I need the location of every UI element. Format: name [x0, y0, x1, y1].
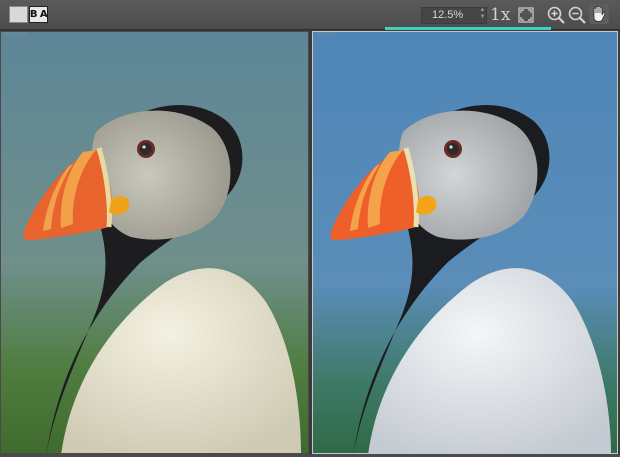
after-label: AFTER [317, 32, 335, 38]
progress-bar [385, 27, 551, 30]
toolbar: B A 12.5% ▲ ▼ 1x [0, 0, 620, 30]
fit-to-screen-icon[interactable] [516, 5, 536, 25]
actual-size-button[interactable]: 1x [490, 4, 510, 26]
single-view-button[interactable] [9, 6, 28, 23]
actual-size-label: 1x [490, 5, 511, 25]
after-image [313, 32, 617, 453]
zoom-out-icon[interactable] [567, 5, 587, 25]
before-after-view-button[interactable]: B A [29, 6, 48, 23]
zoom-stepper[interactable]: ▲ ▼ [478, 7, 487, 24]
before-panel[interactable]: BEFORE [0, 31, 309, 454]
zoom-level-value: 12.5% [432, 9, 464, 21]
before-label: BEFORE [5, 32, 28, 38]
before-image [1, 32, 308, 453]
before-after-label: B A [29, 9, 48, 20]
after-panel[interactable]: AFTER [312, 31, 618, 454]
hand-tool-icon[interactable] [588, 3, 610, 25]
zoom-in-icon[interactable] [546, 5, 566, 25]
